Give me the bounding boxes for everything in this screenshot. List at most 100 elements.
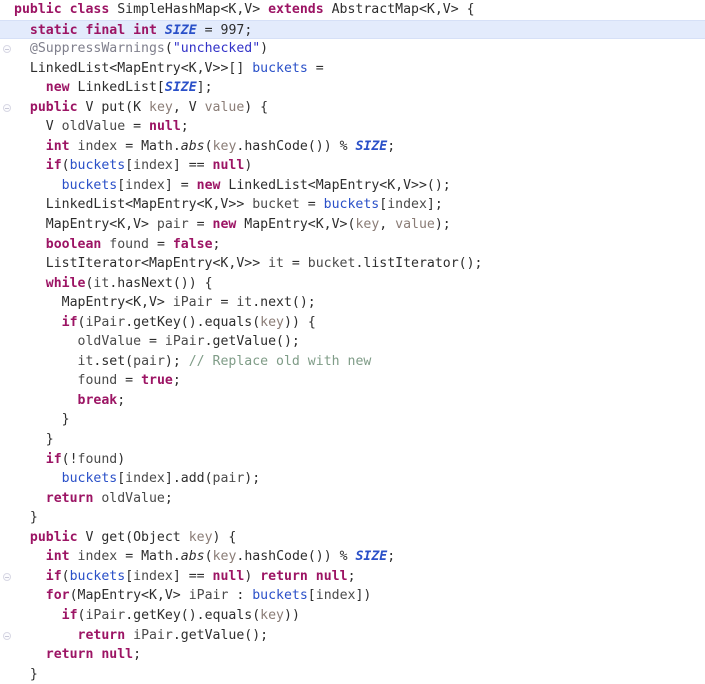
code-line[interactable]: return iPair.getValue(); (0, 626, 705, 646)
code-line[interactable]: while(it.hasNext()) { (0, 274, 705, 294)
code-token: oldValue (61, 119, 126, 135)
code-token: ) (244, 158, 253, 174)
code-line[interactable]: buckets[index] = new LinkedList<MapEntry… (0, 176, 705, 196)
code-token: AbstractMap<K,V> { (323, 2, 475, 17)
code-token: .getKey().equals( (125, 607, 261, 623)
code-token: public (29, 99, 78, 115)
code-token: return (77, 627, 126, 643)
code-token: key (260, 607, 284, 623)
code-token: .hasNext()) { (109, 275, 213, 291)
code-line[interactable]: LinkedList<MapEntry<K,V>>[] buckets = (0, 59, 705, 79)
code-line[interactable]: if(iPair.getKey().equals(key)) (0, 606, 705, 626)
code-token: = (299, 197, 324, 213)
code-line[interactable]: } (0, 665, 705, 684)
code-line[interactable]: @SuppressWarnings("unchecked") (0, 39, 705, 59)
code-token: if (61, 607, 78, 623)
code-token: return (45, 490, 94, 506)
code-token: = (141, 334, 165, 350)
code-token: ListIterator<MapEntry<K,V>> (45, 256, 269, 272)
code-token: int (45, 138, 70, 154)
code-line[interactable]: } (0, 430, 705, 450)
code-content[interactable]: public class SimpleHashMap<K,V> extends … (0, 0, 705, 684)
code-line[interactable]: for(MapEntry<K,V> iPair : buckets[index]… (0, 586, 705, 606)
code-line[interactable]: oldValue = iPair.getValue(); (0, 332, 705, 352)
code-line[interactable]: if(iPair.getKey().equals(key)) { (0, 313, 705, 333)
code-token: .listIterator(); (355, 256, 483, 272)
code-editor[interactable]: public class SimpleHashMap<K,V> extends … (0, 0, 705, 682)
code-line[interactable]: if(!found) (0, 450, 705, 470)
code-line[interactable]: return oldValue; (0, 489, 705, 509)
code-line[interactable]: it.set(pair); // Replace old with new (0, 352, 705, 372)
code-token: value (395, 217, 435, 233)
code-token: // Replace old with new (188, 353, 372, 369)
code-token: V get(Object (77, 529, 189, 545)
code-line[interactable]: if(buckets[index] == null) (0, 156, 705, 176)
code-line[interactable]: new LinkedList[SIZE]; (0, 78, 705, 98)
code-token: ] == (172, 568, 213, 584)
code-token: null (315, 568, 348, 584)
code-token: break (77, 392, 118, 408)
code-line[interactable]: break; (0, 391, 705, 411)
code-line[interactable]: public V get(Object key) { (0, 528, 705, 548)
code-token: ( (164, 41, 173, 57)
code-token: V put(K (77, 99, 149, 115)
code-line[interactable]: ListIterator<MapEntry<K,V>> it = bucket.… (0, 254, 705, 274)
code-token: .hashCode()) % (236, 549, 356, 565)
code-line[interactable]: static final int SIZE = 997; (0, 19, 705, 40)
code-line[interactable]: LinkedList<MapEntry<K,V>> bucket = bucke… (0, 195, 705, 215)
code-token: MapEntry<K,V> (45, 217, 157, 233)
code-token: ]) (355, 588, 372, 604)
code-token: ; (172, 373, 181, 389)
code-token: index (77, 549, 118, 565)
code-token: SIZE (164, 80, 197, 96)
code-line[interactable]: } (0, 410, 705, 430)
code-token: ; (117, 392, 126, 408)
code-token: found (77, 373, 118, 389)
code-token: (! (61, 451, 78, 467)
code-token: iPair (172, 295, 213, 311)
code-line[interactable]: buckets[index].add(pair); (0, 469, 705, 489)
code-line[interactable]: int index = Math.abs(key.hashCode()) % S… (0, 547, 705, 567)
code-token: bucket (307, 256, 356, 272)
code-token: = (196, 22, 221, 38)
code-token: ]; (426, 197, 443, 213)
code-line[interactable]: found = true; (0, 371, 705, 391)
code-token: it (77, 353, 94, 369)
code-token: LinkedList<MapEntry<K,V>>(); (220, 177, 451, 193)
code-line[interactable]: } (0, 508, 705, 528)
code-line[interactable]: public V put(K key, V value) { (0, 98, 705, 118)
code-line[interactable]: boolean found = false; (0, 235, 705, 255)
code-token: = (125, 119, 150, 135)
code-line[interactable]: V oldValue = null; (0, 117, 705, 137)
code-token: buckets (69, 568, 126, 584)
code-token: oldValue (101, 490, 165, 506)
code-token: index (315, 588, 356, 604)
code-token: found (109, 236, 149, 252)
code-token: .set( (93, 353, 134, 369)
code-line[interactable]: MapEntry<K,V> iPair = it.next(); (0, 293, 705, 313)
code-token: buckets (61, 471, 118, 487)
code-token: index (125, 471, 165, 487)
code-line[interactable]: int index = Math.abs(key.hashCode()) % S… (0, 137, 705, 157)
code-token: pair (133, 353, 165, 369)
code-line[interactable]: if(buckets[index] == null) return null; (0, 567, 705, 587)
code-token: buckets (252, 588, 308, 604)
code-line[interactable]: MapEntry<K,V> pair = new MapEntry<K,V>(k… (0, 215, 705, 235)
code-token: key (149, 99, 173, 115)
code-token: ] = (164, 177, 197, 193)
code-line[interactable]: return null; (0, 645, 705, 665)
code-token: V (45, 119, 62, 135)
code-token: extends (268, 2, 324, 17)
code-token: .next(); (252, 295, 316, 311)
code-line[interactable]: public class SimpleHashMap<K,V> extends … (0, 0, 705, 20)
